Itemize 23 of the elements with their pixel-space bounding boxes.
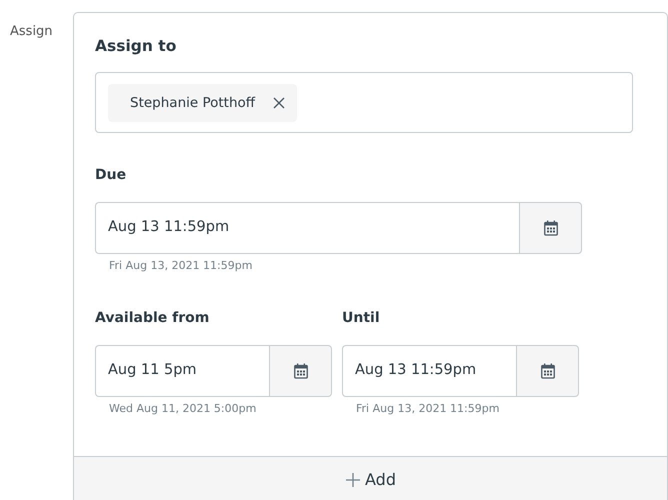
add-button[interactable]: Add xyxy=(74,456,667,500)
plus-icon xyxy=(345,472,361,488)
recipient-field[interactable]: Stephanie Potthoff xyxy=(95,72,633,134)
calendar-button[interactable] xyxy=(516,345,579,398)
field-label: Assign to xyxy=(95,36,176,57)
calendar-icon xyxy=(294,363,308,380)
date-hint: Wed Aug 11, 2021 5:00pm xyxy=(109,401,256,418)
calendar-icon xyxy=(540,363,554,380)
field-label: Available from xyxy=(95,309,210,328)
date-field[interactable]: Aug 13 11:59pm xyxy=(95,202,519,254)
date-hint: Fri Aug 13, 2021 11:59pm xyxy=(109,258,252,274)
field-label: Due xyxy=(95,166,126,186)
close-icon[interactable] xyxy=(273,96,286,109)
token-label: Stephanie Potthoff xyxy=(130,94,256,113)
calendar-icon xyxy=(544,220,558,236)
date-field[interactable]: Aug 11 5pm xyxy=(95,345,269,398)
field-label: Until xyxy=(342,309,380,328)
recipient-token[interactable]: Stephanie Potthoff xyxy=(108,84,298,122)
calendar-button[interactable] xyxy=(269,345,332,398)
calendar-button[interactable] xyxy=(519,202,582,254)
date-field[interactable]: Aug 13 11:59pm xyxy=(342,345,516,398)
date-hint: Fri Aug 13, 2021 11:59pm xyxy=(356,401,500,418)
section-label: Assign xyxy=(9,23,54,41)
